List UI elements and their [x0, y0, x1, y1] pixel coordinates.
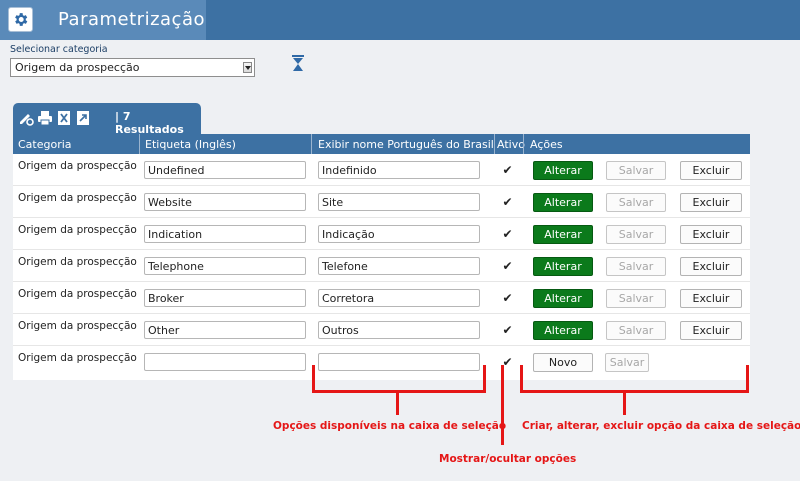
- table-row: Origem da prospecção Undefined Indefinid…: [13, 154, 750, 186]
- label-pt-input[interactable]: Outros: [318, 321, 480, 339]
- annotation-bracket: [746, 365, 749, 393]
- label-pt-input[interactable]: Indefinido: [318, 161, 480, 179]
- column-header-actions: Ações: [530, 138, 563, 151]
- category-select-label: Selecionar categoria: [10, 44, 108, 55]
- new-save-button[interactable]: Salvar: [605, 353, 649, 372]
- results-toolbar: | 7 Resultados: [13, 103, 201, 136]
- save-button[interactable]: Salvar: [606, 225, 666, 244]
- chevron-down-icon[interactable]: [243, 62, 252, 73]
- annotation-bracket: [396, 390, 399, 415]
- column-header-active: Ativo: [497, 138, 525, 151]
- label-en-input[interactable]: Other: [144, 321, 306, 339]
- new-option-row: Origem da prospecção ✔ Novo Salvar: [13, 346, 750, 378]
- gear-icon: [15, 13, 28, 26]
- row-category: Origem da prospecção: [18, 256, 137, 268]
- table-row: Origem da prospecção Indication Indicaçã…: [13, 218, 750, 250]
- alter-button[interactable]: Alterar: [533, 161, 593, 180]
- delete-button[interactable]: Excluir: [680, 289, 742, 308]
- alter-button[interactable]: Alterar: [533, 193, 593, 212]
- options-table: Categoria Etiqueta (Inglês) Exibir nome …: [13, 134, 750, 380]
- table-row: Origem da prospecção Website Site ✔ Alte…: [13, 186, 750, 218]
- annotation-crud: Criar, alterar, excluir opção da caixa d…: [522, 420, 800, 432]
- active-checkbox[interactable]: ✔: [501, 260, 514, 273]
- collapse-icon[interactable]: [292, 55, 304, 73]
- delete-button[interactable]: Excluir: [680, 321, 742, 340]
- new-label-en-input[interactable]: [144, 353, 306, 371]
- active-checkbox[interactable]: ✔: [501, 196, 514, 209]
- new-button[interactable]: Novo: [533, 353, 593, 372]
- annotation-bracket: [501, 365, 504, 445]
- alter-button[interactable]: Alterar: [533, 321, 593, 340]
- row-category: Origem da prospecção: [18, 224, 137, 236]
- save-button[interactable]: Salvar: [606, 257, 666, 276]
- annotation-bracket: [520, 365, 523, 393]
- active-checkbox[interactable]: ✔: [501, 228, 514, 241]
- active-checkbox[interactable]: ✔: [501, 164, 514, 177]
- column-header-label-pt: Exibir nome Português do Brasil: [318, 138, 494, 151]
- table-header: Categoria Etiqueta (Inglês) Exibir nome …: [13, 134, 750, 154]
- annotation-show-hide: Mostrar/ocultar opções: [439, 453, 577, 465]
- print-icon[interactable]: [37, 110, 53, 126]
- annotation-bracket: [312, 390, 486, 393]
- label-pt-input[interactable]: Site: [318, 193, 480, 211]
- row-category: Origem da prospecção: [18, 192, 137, 204]
- annotation-bracket: [623, 390, 626, 415]
- results-count: | 7 Resultados: [115, 110, 184, 136]
- label-en-input[interactable]: Undefined: [144, 161, 306, 179]
- label-en-input[interactable]: Telephone: [144, 257, 306, 275]
- row-category: Origem da prospecção: [18, 160, 137, 172]
- annotation-bracket: [312, 365, 315, 393]
- column-header-label-en: Etiqueta (Inglês): [145, 138, 236, 151]
- save-button[interactable]: Salvar: [606, 193, 666, 212]
- page-title: Parametrização: [58, 9, 205, 30]
- page-tab: Parametrização: [0, 0, 206, 40]
- active-checkbox[interactable]: ✔: [501, 292, 514, 305]
- category-select-value: Origem da prospecção: [15, 61, 140, 74]
- export-icon[interactable]: [75, 110, 91, 126]
- delete-button[interactable]: Excluir: [680, 257, 742, 276]
- category-select[interactable]: Origem da prospecção: [10, 58, 255, 77]
- annotation-bracket: [483, 365, 486, 393]
- settings-button[interactable]: [8, 7, 33, 32]
- label-en-input[interactable]: Broker: [144, 289, 306, 307]
- row-category: Origem da prospecção: [18, 288, 137, 300]
- annotation-bracket: [520, 390, 749, 393]
- alter-button[interactable]: Alterar: [533, 225, 593, 244]
- alter-button[interactable]: Alterar: [533, 257, 593, 276]
- new-label-pt-input[interactable]: [318, 353, 480, 371]
- save-button[interactable]: Salvar: [606, 289, 666, 308]
- label-en-input[interactable]: Indication: [144, 225, 306, 243]
- active-checkbox[interactable]: ✔: [501, 324, 514, 337]
- label-pt-input[interactable]: Corretora: [318, 289, 480, 307]
- row-category: Origem da prospecção: [18, 320, 137, 332]
- alter-button[interactable]: Alterar: [533, 289, 593, 308]
- save-button[interactable]: Salvar: [606, 321, 666, 340]
- table-row: Origem da prospecção Telephone Telefone …: [13, 250, 750, 282]
- excel-icon[interactable]: [56, 110, 72, 126]
- delete-button[interactable]: Excluir: [680, 193, 742, 212]
- row-category: Origem da prospecção: [18, 352, 137, 364]
- label-en-input[interactable]: Website: [144, 193, 306, 211]
- column-header-category: Categoria: [18, 138, 72, 151]
- label-pt-input[interactable]: Telefone: [318, 257, 480, 275]
- table-row: Origem da prospecção Broker Corretora ✔ …: [13, 282, 750, 314]
- save-button[interactable]: Salvar: [606, 161, 666, 180]
- delete-button[interactable]: Excluir: [680, 161, 742, 180]
- label-pt-input[interactable]: Indicação: [318, 225, 480, 243]
- table-row: Origem da prospecção Other Outros ✔ Alte…: [13, 314, 750, 346]
- edit-icon[interactable]: [18, 110, 34, 126]
- annotation-options: Opções disponíveis na caixa de seleção: [273, 420, 507, 432]
- empty-cell: [673, 346, 750, 378]
- top-bar: Parametrização: [0, 0, 800, 40]
- delete-button[interactable]: Excluir: [680, 225, 742, 244]
